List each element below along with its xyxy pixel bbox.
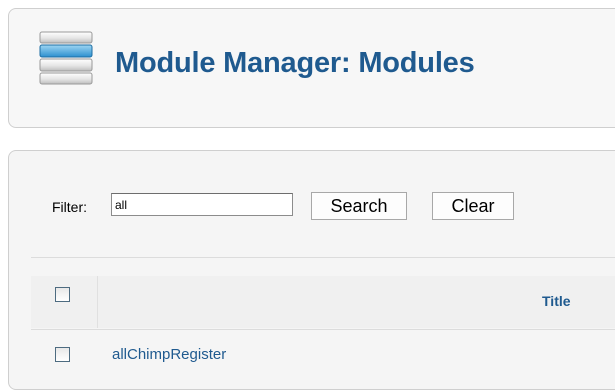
row-checkbox[interactable]	[55, 347, 70, 362]
column-header-title[interactable]: Title	[542, 293, 571, 309]
filter-input[interactable]	[111, 193, 293, 216]
toolbar-header: Module Manager: Modules	[8, 8, 615, 128]
module-manager-icon	[39, 31, 93, 85]
table-row: allChimpRegister	[31, 330, 615, 370]
module-title-link[interactable]: allChimpRegister	[112, 346, 226, 363]
clear-button[interactable]: Clear	[432, 192, 514, 220]
table-header-row: Title	[31, 276, 615, 328]
divider	[31, 257, 615, 258]
column-separator	[97, 276, 98, 328]
search-button[interactable]: Search	[311, 192, 407, 220]
filter-label: Filter:	[52, 199, 87, 215]
select-all-checkbox[interactable]	[55, 287, 70, 302]
module-list-panel: Filter: Search Clear Title allChimpRegis…	[8, 150, 615, 390]
page-title: Module Manager: Modules	[115, 47, 475, 79]
